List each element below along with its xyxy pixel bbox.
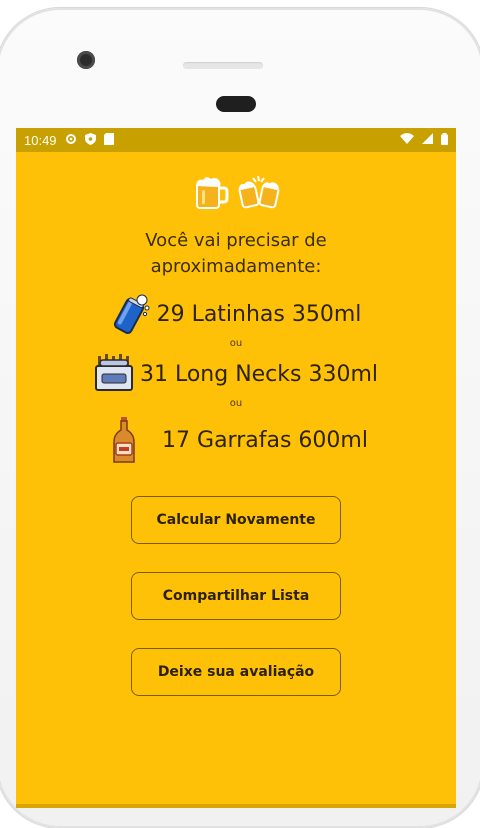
app-screen: 10:49 Você vai precisar de aproximadamen… bbox=[16, 128, 456, 808]
wifi-icon bbox=[400, 133, 414, 147]
sim-card-icon bbox=[103, 132, 114, 148]
result-cans-label: 29 Latinhas 350ml bbox=[156, 301, 362, 327]
beer-bottle-icon bbox=[104, 417, 144, 463]
result-subtitle: Você vai precisar de aproximadamente: bbox=[145, 230, 327, 277]
share-list-button[interactable]: Compartilhar Lista bbox=[131, 572, 341, 620]
status-time: 10:49 bbox=[24, 132, 57, 148]
settings-icon bbox=[65, 133, 77, 148]
clinking-mugs-icon bbox=[238, 175, 279, 209]
result-bottles-label: 17 Garrafas 600ml bbox=[162, 427, 368, 453]
proximity-sensor bbox=[183, 62, 263, 69]
separator-or: ou bbox=[229, 398, 243, 409]
bottom-edge bbox=[16, 804, 456, 808]
front-camera bbox=[77, 51, 95, 69]
result-bottles: 17 Garrafas 600ml bbox=[16, 417, 456, 463]
shield-icon bbox=[84, 132, 96, 148]
six-pack-icon bbox=[94, 352, 134, 396]
result-longnecks: 31 Long Necks 330ml bbox=[16, 352, 456, 396]
status-bar: 10:49 bbox=[16, 128, 456, 152]
recalculate-button[interactable]: Calcular Novamente bbox=[131, 496, 341, 544]
beer-can-icon bbox=[111, 292, 151, 336]
beer-mug-icon bbox=[196, 177, 229, 209]
signal-icon bbox=[422, 133, 433, 147]
separator-or: ou bbox=[229, 338, 243, 349]
phone-frame: 10:49 Você vai precisar de aproximadamen… bbox=[0, 8, 480, 828]
earpiece-speaker bbox=[216, 96, 256, 112]
rate-app-button[interactable]: Deixe sua avaliação bbox=[131, 648, 341, 696]
result-content: Você vai precisar de aproximadamente: 29… bbox=[16, 172, 456, 696]
result-longnecks-label: 31 Long Necks 330ml bbox=[139, 361, 379, 387]
battery-icon bbox=[441, 132, 448, 148]
header-emoji bbox=[16, 172, 456, 216]
result-cans: 29 Latinhas 350ml bbox=[16, 292, 456, 336]
